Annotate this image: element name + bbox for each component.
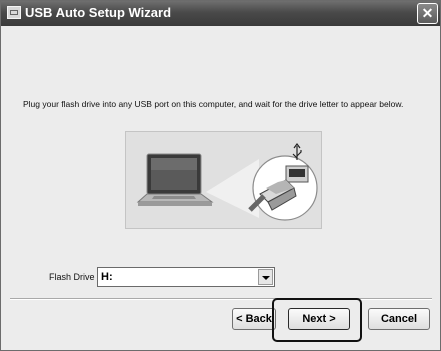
usb-illustration (125, 131, 322, 229)
separator (10, 298, 432, 300)
chevron-down-icon[interactable] (258, 269, 273, 285)
window-title: USB Auto Setup Wizard (25, 5, 172, 20)
cancel-button[interactable]: Cancel (368, 308, 430, 330)
flash-drive-value: H: (101, 271, 113, 283)
wizard-window: USB Auto Setup Wizard ✕ Plug your flash … (0, 0, 441, 351)
close-button[interactable]: ✕ (417, 3, 438, 24)
flash-drive-select[interactable]: H: (97, 267, 275, 287)
usb-illustration-graphic (136, 143, 318, 221)
next-highlight-box (272, 298, 362, 342)
instruction-text: Plug your flash drive into any USB port … (23, 99, 404, 109)
laptop-icon (136, 153, 214, 206)
close-icon: ✕ (421, 5, 434, 21)
back-button[interactable]: < Back (232, 308, 276, 330)
app-icon (7, 6, 21, 19)
title-bar[interactable]: USB Auto Setup Wizard ✕ (1, 1, 440, 26)
flash-drive-label: Flash Drive : (49, 272, 100, 282)
